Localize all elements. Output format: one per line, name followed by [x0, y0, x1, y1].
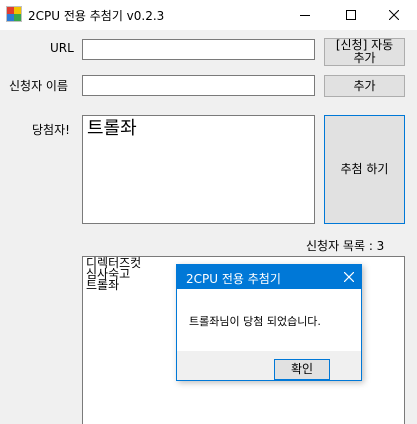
maximize-button[interactable]: [328, 0, 374, 30]
auto-add-button[interactable]: [신청] 자동 추가: [324, 38, 405, 66]
window-title: 2CPU 전용 추첨기 v0.2.3: [28, 9, 165, 23]
minimize-icon: [300, 15, 310, 16]
close-icon: [344, 272, 354, 282]
add-applicant-button[interactable]: 추가: [324, 75, 405, 97]
close-icon: [389, 10, 399, 20]
minimize-button[interactable]: [282, 0, 328, 30]
dialog-footer: 확인: [177, 351, 361, 380]
result-dialog: 2CPU 전용 추첨기 트롤좌님이 당첨 되었습니다. 확인: [176, 264, 362, 381]
dialog-title: 2CPU 전용 추첨기: [186, 272, 281, 286]
draw-button[interactable]: 추첨 하기: [324, 115, 405, 224]
winner-label: 당첨자!: [32, 123, 70, 137]
dialog-titlebar[interactable]: 2CPU 전용 추첨기: [177, 265, 361, 289]
window-titlebar[interactable]: 2CPU 전용 추첨기 v0.2.3: [0, 0, 417, 30]
url-input[interactable]: [82, 39, 315, 60]
close-button[interactable]: [371, 0, 417, 30]
maximize-icon: [346, 10, 356, 20]
dialog-close-button[interactable]: [337, 265, 361, 289]
url-label: URL: [50, 41, 74, 55]
applicant-name-label: 신청자 이름: [9, 79, 69, 93]
winner-display: 트롤좌: [82, 115, 315, 224]
applicant-name-input[interactable]: [82, 75, 315, 96]
app-icon: [6, 6, 22, 22]
dialog-ok-button[interactable]: 확인: [274, 359, 330, 380]
dialog-message: 트롤좌님이 당첨 되었습니다.: [189, 315, 321, 328]
applicant-count-label: 신청자 목록 : 3: [306, 239, 385, 253]
